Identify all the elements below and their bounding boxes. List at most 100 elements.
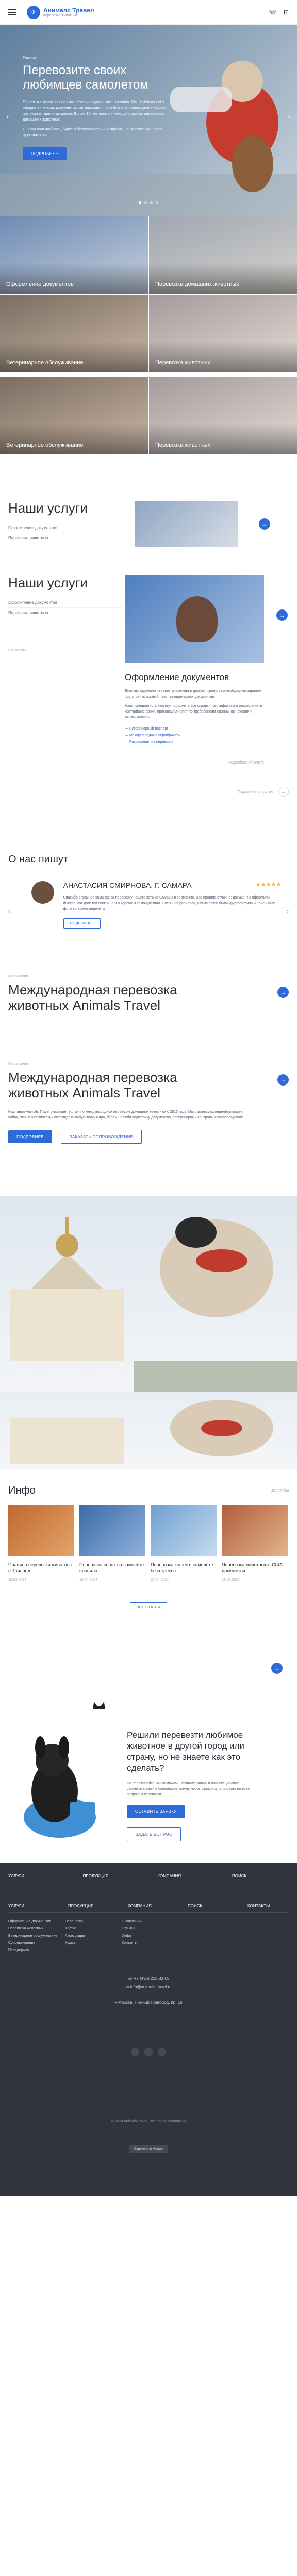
hero-text-2: С нами ваш любимец будет в безопасности … (23, 127, 162, 138)
tile-documents[interactable]: Оформление документов (0, 216, 148, 294)
info-card-image (79, 1505, 145, 1556)
divider-section: → (0, 1647, 297, 1709)
services-more-link[interactable]: Все услуги (8, 649, 122, 652)
about-text: Компания Animals Travel оказывает услуги… (8, 1110, 244, 1120)
tile-label: Оформление документов (6, 281, 74, 287)
tile-vet[interactable]: Ветеринарное обслуживание (0, 295, 148, 372)
footer-link[interactable]: Ветеринарное обслуживание (8, 1933, 65, 1940)
footer-col-title[interactable]: Поиск (188, 1904, 239, 1908)
tile-animals[interactable]: Перевозка животных (149, 295, 297, 372)
cta-title: Решили перевезти любимое животное в друг… (127, 1730, 244, 1773)
services-item[interactable]: Оформление документов (8, 598, 122, 608)
service-link[interactable]: — Ветеринарный паспорт (125, 725, 264, 732)
scroll-next-button[interactable]: → (271, 1663, 283, 1674)
footer-col-title[interactable]: Услуги (8, 1904, 60, 1908)
about-image-banner (0, 1196, 297, 1392)
info-card-image (151, 1505, 217, 1556)
hero-next-arrow[interactable]: › (288, 112, 291, 122)
info-card[interactable]: Перевозка животных в США: документы 28.0… (222, 1505, 288, 1582)
footer-col-title[interactable]: Продукция (83, 1874, 140, 1878)
reviews-next-arrow[interactable]: › (286, 907, 289, 915)
services-item[interactable]: Перевозка животных (8, 608, 122, 618)
footer-link[interactable]: Оформление документов (8, 1918, 65, 1925)
services-title: Наши услуги (8, 575, 88, 590)
church-dog-illustration (10, 1400, 273, 1464)
review-more-button[interactable]: Подробнее (63, 918, 101, 929)
logo[interactable]: ✈ Анималс Тревел перевозка животных (27, 5, 269, 19)
tile-transport[interactable]: Перевозка домашних животных (149, 216, 297, 294)
tile-vet[interactable]: Ветеринарное обслуживание (0, 377, 148, 454)
social-vk-icon[interactable] (131, 2048, 139, 2056)
social-youtube-icon[interactable] (158, 2048, 166, 2056)
services-item[interactable]: Оформление документов (8, 523, 122, 533)
cta-request-button[interactable]: Оставить заявку (127, 1805, 185, 1818)
hero-button[interactable]: Подробнее (23, 147, 67, 160)
service-next-button-outline[interactable]: → (278, 787, 289, 797)
footer-link[interactable]: О компании (122, 1918, 178, 1925)
service-link[interactable]: — Международные сертификаты (125, 732, 264, 739)
footer-made-by[interactable]: Сделано в Аспро (129, 2145, 168, 2153)
footer-link[interactable]: Переноски (65, 1918, 122, 1925)
info-more-link[interactable]: Все статьи (271, 1489, 289, 1493)
service-link[interactable]: — Разрешения на перевозку (125, 739, 264, 745)
cta-question-button[interactable]: Задать вопрос (127, 1827, 182, 1841)
services-section: Наши услуги Оформление документов Перево… (0, 480, 297, 570)
service-more-link-bottom[interactable]: Подробнее об услуге (238, 790, 273, 794)
footer-email[interactable]: ✉ info@animals-travel.ru (8, 1983, 289, 1991)
social-telegram-icon[interactable] (144, 2048, 153, 2056)
footer-link[interactable]: Передержка (8, 1947, 65, 1954)
hero-banner: Главная Перевозите своих любимцев самоле… (0, 25, 297, 216)
reviewer-name: АНАСТАСИЯ СМИРНОВА, Г. САМАРА (63, 881, 192, 889)
tiles-grid-repeat: Ветеринарное обслуживание Перевозка живо… (0, 377, 297, 480)
footer-link[interactable]: Отзывы (122, 1925, 178, 1933)
service-next-button[interactable]: → (276, 609, 288, 621)
footer-link[interactable]: Клетки (65, 1925, 122, 1933)
hero-dot[interactable] (144, 201, 147, 204)
about-order-button[interactable]: Заказать сопровождение (60, 1130, 142, 1144)
footer-col-title[interactable]: Услуги (8, 1874, 65, 1878)
footer-col-title[interactable]: Продукция (68, 1904, 120, 1908)
footer-link[interactable]: Сопровождение (8, 1940, 65, 1947)
hero-dot[interactable] (150, 201, 153, 204)
reviews-prev-arrow[interactable]: ‹ (8, 907, 11, 915)
hero-dot[interactable] (156, 201, 158, 204)
info-card-title: Перевозка кошек в самолёте без стресса (151, 1562, 213, 1574)
about-next-button[interactable]: → (277, 987, 289, 998)
service-more-link[interactable]: Подробнее об услуге (125, 761, 264, 765)
tiles-grid: Оформление документов Перевозка домашних… (0, 216, 297, 372)
footer-col-title[interactable]: Контакты (248, 1904, 289, 1908)
footer-phone[interactable]: ☏ +7 (495) 215-33-05 (8, 1975, 289, 1983)
service-image (125, 575, 264, 663)
about-title: Международная перевозка животных Animals… (8, 982, 177, 1013)
info-card-date: 15.04.2024 (8, 1578, 27, 1582)
hero-dot[interactable] (139, 201, 141, 204)
footer-address: ⌖ Москва, Нижний Новгород, пр. 16 (8, 1998, 289, 2007)
footer-col-title[interactable]: Компания (157, 1874, 214, 1878)
hero-prev-arrow[interactable]: ‹ (6, 112, 9, 122)
service-next-button[interactable]: → (259, 518, 270, 530)
service-link-label: Ветеринарный паспорт (129, 726, 169, 731)
footer-link[interactable]: Аксессуары (65, 1933, 122, 1940)
info-card[interactable]: Перевозка кошек в самолёте без стресса 0… (151, 1505, 217, 1582)
info-all-button[interactable]: Все статьи (130, 1602, 167, 1614)
phone-icon[interactable]: ☏ (269, 9, 276, 16)
about-section-expanded: О компании Международная перевозка живот… (0, 1052, 297, 1196)
footer-link[interactable]: Инфо (122, 1933, 178, 1940)
tile-label: Ветеринарное обслуживание (6, 442, 84, 448)
reviews-title: О нас пишут (8, 854, 69, 865)
menu-button[interactable] (8, 9, 16, 15)
footer-col-title[interactable]: Компания (128, 1904, 179, 1908)
about-more-button[interactable]: Подробнее (8, 1130, 52, 1144)
footer-link[interactable]: Перевозка животных (8, 1925, 65, 1933)
cart-icon[interactable]: ⊡ (284, 9, 289, 16)
tile-animals[interactable]: Перевозка животных (149, 377, 297, 454)
info-card[interactable]: Перевозка собак на самолёте: правила 10.… (79, 1505, 145, 1582)
footer-link[interactable]: Корма (65, 1940, 122, 1947)
about-image-banner-small (0, 1392, 297, 1469)
service-link-label: Разрешения на перевозку (129, 740, 173, 744)
footer-link[interactable]: Контакты (122, 1940, 178, 1947)
footer-col-title[interactable]: Поиск (232, 1874, 289, 1878)
about-next-button[interactable]: → (277, 1074, 289, 1086)
info-card[interactable]: Правила перевозки животных в Таиланд 15.… (8, 1505, 74, 1582)
services-item[interactable]: Перевозка животных (8, 533, 122, 543)
